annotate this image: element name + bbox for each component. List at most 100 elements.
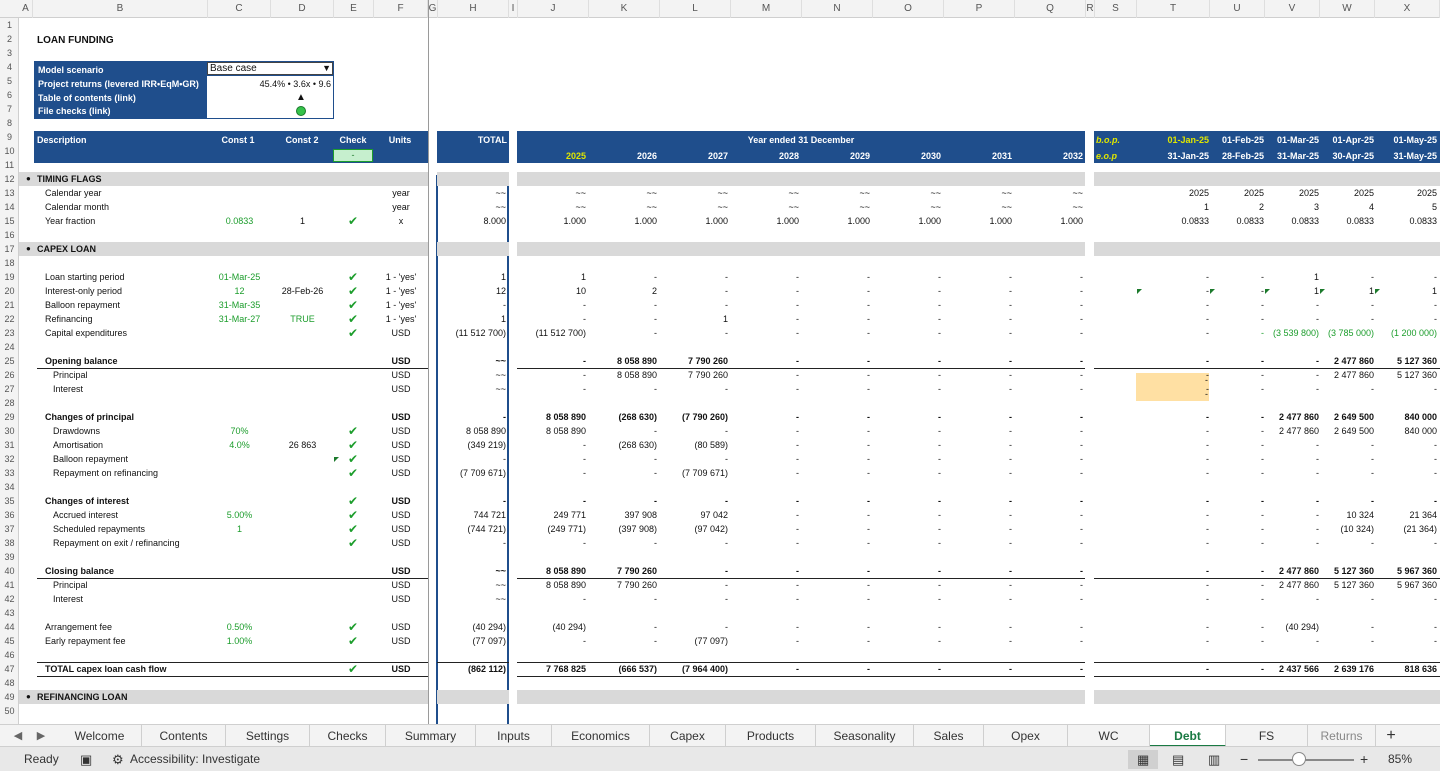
year-value[interactable]: - — [731, 284, 799, 298]
row-header[interactable]: 15 — [0, 214, 19, 228]
month-value[interactable]: (3 785 000) — [1320, 326, 1374, 340]
year-value[interactable]: - — [660, 536, 728, 550]
year-value[interactable]: - — [660, 382, 728, 396]
year-value[interactable]: - — [944, 424, 1012, 438]
const1-value[interactable]: 1.00% — [208, 634, 271, 648]
year-value[interactable]: - — [1015, 508, 1083, 522]
const1-value[interactable]: 0.0833 — [208, 214, 271, 228]
year-value[interactable]: 1.000 — [944, 214, 1012, 228]
year-value[interactable]: - — [873, 354, 941, 368]
const1-value[interactable]: 31-Mar-27 — [208, 312, 271, 326]
year-value[interactable]: - — [873, 270, 941, 284]
row-header[interactable]: 40 — [0, 564, 19, 578]
year-value[interactable]: 8 058 890 — [589, 368, 657, 382]
year-value[interactable]: - — [518, 494, 586, 508]
year-value[interactable]: - — [802, 438, 870, 452]
year-value[interactable]: - — [944, 354, 1012, 368]
month-value[interactable]: - — [1210, 326, 1264, 340]
year-value[interactable]: - — [873, 452, 941, 466]
year-value[interactable]: ~~ — [944, 186, 1012, 200]
month-value[interactable]: - — [1210, 620, 1264, 634]
year-value[interactable]: - — [873, 564, 941, 578]
year-value[interactable]: - — [1015, 620, 1083, 634]
row-header[interactable]: 30 — [0, 424, 19, 438]
month-value[interactable]: (1 200 000) — [1375, 326, 1437, 340]
year-value[interactable]: - — [731, 494, 799, 508]
month-value[interactable]: 3 — [1265, 200, 1319, 214]
month-value[interactable]: 2 477 860 — [1265, 424, 1319, 438]
column-header[interactable]: D — [271, 0, 334, 18]
year-value[interactable]: - — [802, 424, 870, 438]
month-value[interactable]: 2 477 860 — [1265, 578, 1319, 592]
year-value[interactable]: - — [802, 284, 870, 298]
year-value[interactable]: - — [802, 368, 870, 382]
year-value[interactable]: - — [660, 578, 728, 592]
year-value[interactable]: - — [802, 382, 870, 396]
year-value[interactable]: - — [731, 620, 799, 634]
year-value[interactable]: 8 058 890 — [518, 564, 586, 578]
month-value[interactable]: - — [1375, 438, 1437, 452]
year-value[interactable]: - — [873, 522, 941, 536]
year-value[interactable]: - — [660, 424, 728, 438]
month-value[interactable]: - — [1320, 298, 1374, 312]
total-value[interactable]: 1 — [438, 312, 506, 326]
const1-value[interactable]: 0.50% — [208, 620, 271, 634]
const2-value[interactable]: TRUE — [271, 312, 334, 326]
column-header[interactable]: P — [944, 0, 1015, 18]
year-value[interactable]: - — [944, 564, 1012, 578]
year-value[interactable]: - — [873, 368, 941, 382]
year-value[interactable]: - — [518, 466, 586, 480]
year-value[interactable]: - — [589, 424, 657, 438]
year-value[interactable]: - — [944, 452, 1012, 466]
sheet-tab-welcome[interactable]: Welcome — [58, 725, 142, 747]
year-value[interactable]: 1.000 — [802, 214, 870, 228]
page-layout-icon[interactable]: ▤ — [1172, 747, 1184, 771]
month-value[interactable]: - — [1375, 298, 1437, 312]
row-header[interactable]: 37 — [0, 522, 19, 536]
year-value[interactable]: ~~ — [802, 200, 870, 214]
month-value[interactable]: - — [1320, 536, 1374, 550]
month-value[interactable]: - — [1265, 634, 1319, 648]
month-value[interactable]: - — [1375, 312, 1437, 326]
year-value[interactable]: - — [873, 438, 941, 452]
year-value[interactable]: ~~ — [1015, 186, 1083, 200]
year-value[interactable]: - — [731, 634, 799, 648]
year-value[interactable]: - — [873, 662, 941, 676]
year-value[interactable]: ~~ — [802, 186, 870, 200]
year-value[interactable]: - — [731, 298, 799, 312]
year-value[interactable]: - — [660, 326, 728, 340]
month-value[interactable]: - — [1137, 494, 1209, 508]
year-value[interactable]: - — [589, 466, 657, 480]
month-value[interactable]: 0.0833 — [1210, 214, 1264, 228]
month-value[interactable]: 2 — [1210, 200, 1264, 214]
year-value[interactable]: - — [802, 298, 870, 312]
year-value[interactable]: - — [802, 578, 870, 592]
year-value[interactable]: - — [589, 326, 657, 340]
year-value[interactable]: - — [873, 410, 941, 424]
month-value[interactable]: - — [1210, 494, 1264, 508]
month-value[interactable]: - — [1210, 536, 1264, 550]
month-value[interactable]: (3 539 800) — [1265, 326, 1319, 340]
column-header[interactable]: R — [1086, 0, 1095, 18]
year-value[interactable]: - — [873, 312, 941, 326]
year-value[interactable]: - — [518, 592, 586, 606]
sheet-tab-fs[interactable]: FS — [1226, 725, 1308, 747]
year-value[interactable]: - — [944, 592, 1012, 606]
row-header[interactable]: 21 — [0, 298, 19, 312]
year-value[interactable]: - — [802, 466, 870, 480]
year-value[interactable]: - — [589, 634, 657, 648]
year-value[interactable]: (97 042) — [660, 522, 728, 536]
sheet-tab-contents[interactable]: Contents — [142, 725, 226, 747]
year-value[interactable]: - — [944, 382, 1012, 396]
year-value[interactable]: (249 771) — [518, 522, 586, 536]
month-value[interactable]: - — [1265, 438, 1319, 452]
month-value[interactable]: 5 127 360 — [1375, 354, 1437, 368]
sheet-tab-inputs[interactable]: Inputs — [476, 725, 552, 747]
year-value[interactable]: - — [802, 620, 870, 634]
year-value[interactable]: 8 058 890 — [518, 578, 586, 592]
month-value[interactable]: - — [1210, 270, 1264, 284]
month-value[interactable]: 0.0833 — [1320, 214, 1374, 228]
const1-value[interactable]: 01-Mar-25 — [208, 270, 271, 284]
month-value[interactable]: - — [1320, 452, 1374, 466]
month-value[interactable]: - — [1320, 494, 1374, 508]
